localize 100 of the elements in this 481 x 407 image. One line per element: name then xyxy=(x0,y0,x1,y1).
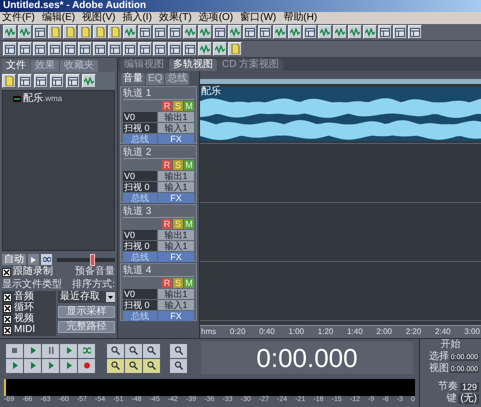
pan-field[interactable]: 扫视 0 xyxy=(123,182,157,192)
checkbox[interactable] xyxy=(3,292,12,302)
toolbar-button[interactable] xyxy=(3,25,17,39)
transport-button[interactable] xyxy=(24,358,41,372)
output-button[interactable]: 输出1 xyxy=(158,112,194,122)
pan-field[interactable]: 扫视 0 xyxy=(123,241,157,251)
zoom-button[interactable] xyxy=(125,344,142,358)
mute-button[interactable]: M xyxy=(184,101,194,111)
transport-button[interactable] xyxy=(78,344,95,358)
zoom-button[interactable] xyxy=(143,344,160,358)
toolbar-button[interactable] xyxy=(82,74,96,88)
toolbar-button[interactable] xyxy=(18,74,32,88)
pan-field[interactable]: 扫视 0 xyxy=(123,123,157,133)
menu-item[interactable]: 编辑(E) xyxy=(42,13,76,23)
input-button[interactable]: 输入1 xyxy=(158,123,194,133)
toolbar-button[interactable] xyxy=(228,25,242,39)
volume-field[interactable]: V0 xyxy=(123,289,157,299)
transport-button[interactable] xyxy=(24,344,41,358)
bus-button[interactable]: 总线 xyxy=(123,311,157,321)
toolbar-button[interactable] xyxy=(393,25,407,39)
volume-field[interactable]: V0 xyxy=(123,112,157,122)
fx-button[interactable]: FX xyxy=(158,134,194,144)
transport-button[interactable] xyxy=(6,358,23,372)
toolbar-button[interactable] xyxy=(333,25,347,39)
tab[interactable]: 多轨视图 xyxy=(169,59,217,71)
toolbar-button[interactable] xyxy=(243,25,257,39)
bus-button[interactable]: 总线 xyxy=(123,134,157,144)
fx-button[interactable]: FX xyxy=(158,193,194,203)
menu-item[interactable]: 效果(T) xyxy=(158,13,192,23)
toolbar-button[interactable] xyxy=(228,42,242,56)
zoom-button[interactable] xyxy=(143,358,160,372)
menu-item[interactable]: 帮助(H) xyxy=(283,13,318,23)
tab[interactable]: 文件 xyxy=(2,60,30,72)
toolbar-button[interactable] xyxy=(50,74,64,88)
transport-button[interactable] xyxy=(42,358,59,372)
fx-button[interactable]: FX xyxy=(158,252,194,262)
toolbar-button[interactable] xyxy=(198,42,212,56)
zoom-button[interactable] xyxy=(107,344,124,358)
toolbar-button[interactable] xyxy=(108,25,122,39)
auto-button[interactable]: 自动 xyxy=(2,254,26,265)
toolbar-button[interactable] xyxy=(2,74,16,88)
menu-item[interactable]: 视图(V) xyxy=(82,13,116,23)
input-button[interactable]: 输入1 xyxy=(158,182,194,192)
zoom-button[interactable] xyxy=(125,358,142,372)
input-button[interactable]: 输入1 xyxy=(158,300,194,310)
toolbar-button[interactable] xyxy=(213,42,227,56)
key-field[interactable]: (无) xyxy=(458,394,479,404)
loop-button[interactable] xyxy=(41,254,52,265)
toolbar-button[interactable] xyxy=(183,42,197,56)
checkbox[interactable] xyxy=(3,314,12,324)
toolbar-button[interactable] xyxy=(18,42,32,56)
slider-thumb[interactable] xyxy=(90,254,95,266)
menu-item[interactable]: 文件(F) xyxy=(2,13,35,23)
toolbar-button[interactable] xyxy=(48,25,62,39)
toolbar-button[interactable] xyxy=(318,25,332,39)
tab[interactable]: 音量 xyxy=(121,73,145,85)
panel-button[interactable]: 显示采样 xyxy=(58,306,115,318)
transport-button[interactable] xyxy=(42,344,59,358)
toolbar-button[interactable] xyxy=(168,42,182,56)
bus-button[interactable]: 总线 xyxy=(123,193,157,203)
sort-dropdown[interactable]: 最近存取 xyxy=(58,291,115,303)
mute-button[interactable]: M xyxy=(184,160,194,170)
volume-field[interactable]: V0 xyxy=(123,171,157,181)
record-button[interactable]: R xyxy=(162,160,172,170)
transport-button[interactable] xyxy=(6,344,23,358)
mute-button[interactable]: M xyxy=(184,278,194,288)
volume-field[interactable]: V0 xyxy=(123,230,157,240)
toolbar-button[interactable] xyxy=(33,25,47,39)
toolbar-button[interactable] xyxy=(93,25,107,39)
checkbox[interactable] xyxy=(3,326,12,334)
checkbox[interactable] xyxy=(3,304,12,312)
play-button[interactable] xyxy=(28,254,39,265)
toolbar-button[interactable] xyxy=(66,74,80,88)
toolbar-button[interactable] xyxy=(48,42,62,56)
toolbar-button[interactable] xyxy=(153,25,167,39)
toolbar-button[interactable] xyxy=(33,42,47,56)
toolbar-button[interactable] xyxy=(213,25,227,39)
menu-item[interactable]: 插入(I) xyxy=(122,13,152,23)
toolbar-button[interactable] xyxy=(63,42,77,56)
toolbar-button[interactable] xyxy=(3,42,17,56)
toolbar-button[interactable] xyxy=(378,25,392,39)
tab[interactable]: CD 方案视图 xyxy=(218,59,284,71)
audio-clip[interactable]: 配乐 xyxy=(200,87,481,141)
toolbar-button[interactable] xyxy=(183,25,197,39)
toolbar-button[interactable] xyxy=(258,25,272,39)
bus-button[interactable]: 总线 xyxy=(123,252,157,262)
input-button[interactable]: 输入1 xyxy=(158,241,194,251)
transport-button[interactable] xyxy=(60,358,77,372)
tab[interactable]: 编辑视图 xyxy=(120,59,168,71)
toolbar-button[interactable] xyxy=(93,42,107,56)
toolbar-button[interactable] xyxy=(63,25,77,39)
output-button[interactable]: 输出1 xyxy=(158,230,194,240)
fx-button[interactable]: FX xyxy=(158,311,194,321)
record-button[interactable]: R xyxy=(162,101,172,111)
toolbar-button[interactable] xyxy=(408,25,422,39)
toolbar-button[interactable] xyxy=(153,42,167,56)
menu-item[interactable]: 选项(O) xyxy=(198,13,234,23)
toolbar-button[interactable] xyxy=(108,42,122,56)
toolbar-button[interactable] xyxy=(363,25,377,39)
toolbar-button[interactable] xyxy=(273,25,287,39)
